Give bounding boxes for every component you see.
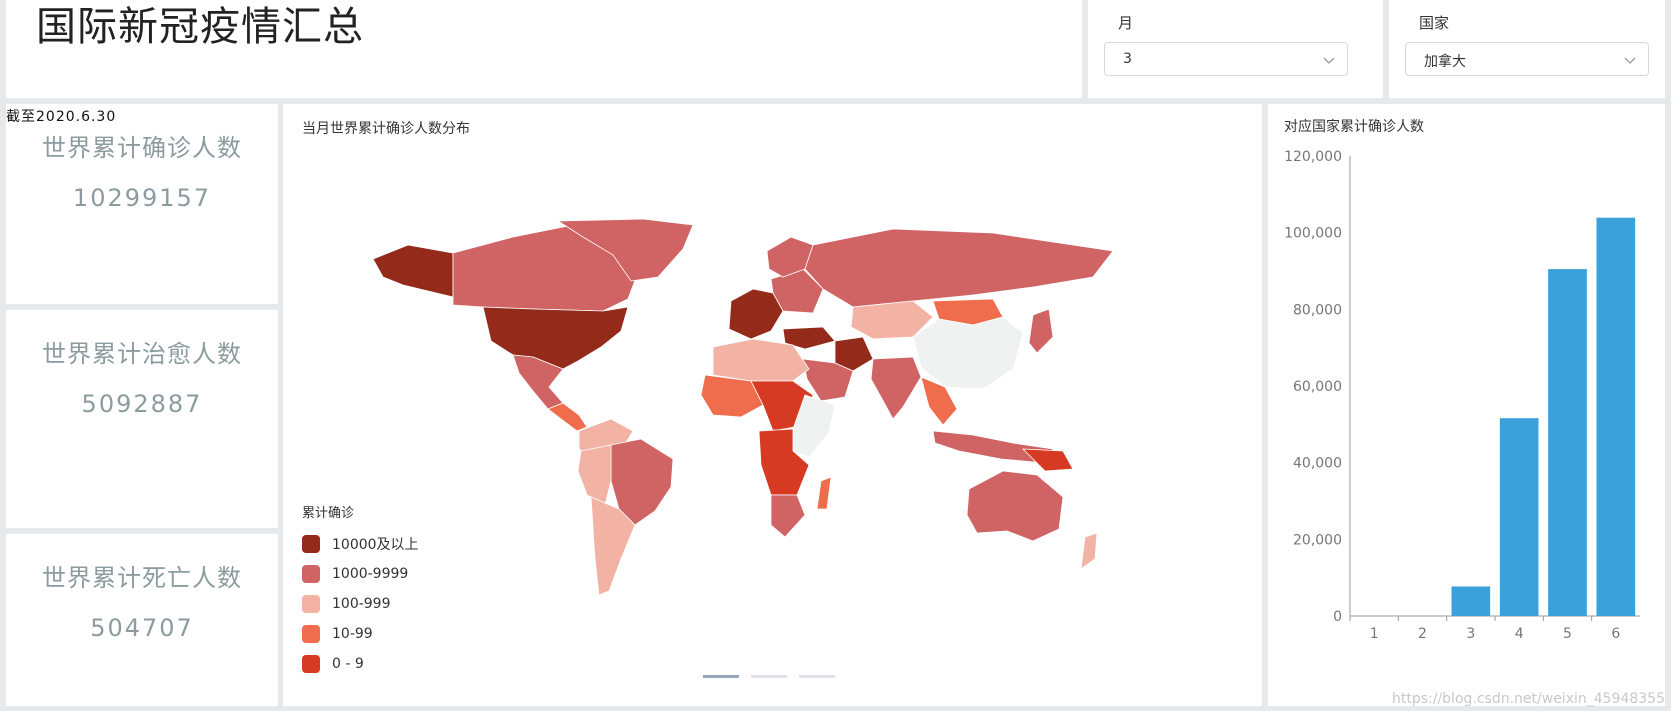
as-of-date-note: 截至2020.6.30 [6, 109, 117, 125]
kpi-value-recovered: 5092887 [81, 390, 203, 418]
bar-3[interactable] [1451, 586, 1491, 616]
y-tick-label: 40,000 [1293, 456, 1342, 472]
map-region-new-zealand[interactable] [1080, 532, 1098, 570]
y-tick-label: 20,000 [1293, 532, 1342, 548]
watermark: https://blog.csdn.net/weixin_45948355 [1391, 691, 1665, 707]
pager-dot-2[interactable] [751, 675, 787, 678]
map-region-central-america[interactable] [547, 402, 588, 432]
world-map-panel: 当月世界累计确诊人数分布 累计确诊 10000及以上 1000-9999 100… [283, 104, 1262, 706]
world-choropleth-map[interactable] [373, 219, 1153, 619]
kpi-value-deaths: 504707 [90, 614, 194, 642]
carousel-pager [703, 675, 835, 678]
legend-swatch [302, 535, 320, 553]
y-tick-label: 0 [1333, 609, 1342, 625]
map-region-japan[interactable] [1028, 308, 1054, 354]
page-title: 国际新冠疫情汇总 [36, 4, 364, 50]
x-tick-label: 2 [1418, 626, 1427, 642]
pager-dot-1[interactable] [703, 675, 739, 678]
kpi-card-recovered: 世界累计治愈人数 5092887 [6, 310, 278, 528]
map-region-usa[interactable] [482, 306, 629, 370]
kpi-card-deaths: 世界累计死亡人数 504707 [6, 534, 278, 706]
legend-label: 10000及以上 [332, 537, 419, 553]
legend-item-1000-9999[interactable]: 1000-9999 [302, 559, 419, 589]
map-region-andes[interactable] [577, 444, 612, 506]
chevron-down-icon [1624, 57, 1636, 64]
bar-chart: 0 20,000 40,000 60,000 80,000 100,000 120,000 1… [1284, 149, 1640, 642]
map-region-alaska[interactable] [373, 244, 454, 298]
map-region-south-africa[interactable] [770, 494, 806, 538]
month-select-value: 3 [1123, 51, 1132, 67]
legend-swatch [302, 595, 320, 613]
chevron-down-icon [1323, 57, 1335, 64]
map-region-russia[interactable] [804, 228, 1114, 308]
kpi-label-confirmed: 世界累计确诊人数 [42, 134, 242, 162]
legend-item-100-999[interactable]: 100-999 [302, 589, 419, 619]
country-filter-panel: 国家 加拿大 [1389, 0, 1665, 98]
map-region-madagascar[interactable] [816, 476, 832, 510]
legend-swatch [302, 655, 320, 673]
legend-label: 0 - 9 [332, 656, 364, 672]
legend-label: 10-99 [332, 626, 373, 642]
bar-5[interactable] [1548, 269, 1587, 616]
y-tick-label: 60,000 [1293, 379, 1342, 395]
x-tick-label: 4 [1515, 626, 1524, 642]
kpi-card-confirmed: 世界累计确诊人数 10299157 [6, 104, 278, 304]
legend-item-10000-plus[interactable]: 10000及以上 [302, 529, 419, 559]
legend-label: 100-999 [332, 596, 391, 612]
country-select[interactable]: 加拿大 [1405, 42, 1649, 76]
legend-item-10-99[interactable]: 10-99 [302, 619, 419, 649]
x-tick-label: 5 [1563, 626, 1572, 642]
month-select[interactable]: 3 [1104, 42, 1348, 76]
country-filter-label: 国家 [1419, 14, 1450, 32]
kpi-label-deaths: 世界累计死亡人数 [42, 564, 242, 592]
country-select-value: 加拿大 [1424, 54, 1466, 70]
legend-label: 1000-9999 [332, 566, 409, 582]
map-title: 当月世界累计确诊人数分布 [302, 121, 470, 137]
map-legend: 累计确诊 10000及以上 1000-9999 100-999 10-99 0 … [302, 502, 419, 679]
y-tick-label: 120,000 [1284, 149, 1342, 165]
title-panel: 国际新冠疫情汇总 [6, 0, 1082, 98]
legend-item-0-9[interactable]: 0 - 9 [302, 649, 419, 679]
x-tick-label: 3 [1466, 626, 1475, 642]
map-region-india[interactable] [870, 356, 922, 420]
kpi-value-confirmed: 10299157 [72, 184, 212, 212]
map-region-scandinavia[interactable] [766, 236, 814, 278]
map-region-australia[interactable] [966, 470, 1064, 542]
month-filter-panel: 月 3 [1088, 0, 1383, 98]
y-tick-label: 100,000 [1284, 226, 1342, 242]
legend-swatch [302, 625, 320, 643]
x-tick-label: 1 [1370, 626, 1379, 642]
x-tick-label: 6 [1611, 626, 1620, 642]
kpi-label-recovered: 世界累计治愈人数 [42, 340, 242, 368]
country-bar-chart-panel: 对应国家累计确诊人数 0 20,000 40,000 60,000 80,000 100,… [1268, 104, 1665, 706]
pager-dot-3[interactable] [799, 675, 835, 678]
legend-title: 累计确诊 [302, 506, 355, 521]
map-region-china[interactable] [912, 316, 1024, 390]
bar-4[interactable] [1499, 418, 1539, 616]
bar-6[interactable] [1596, 217, 1636, 616]
y-tick-label: 80,000 [1293, 302, 1342, 318]
month-filter-label: 月 [1118, 14, 1134, 32]
legend-swatch [302, 565, 320, 583]
